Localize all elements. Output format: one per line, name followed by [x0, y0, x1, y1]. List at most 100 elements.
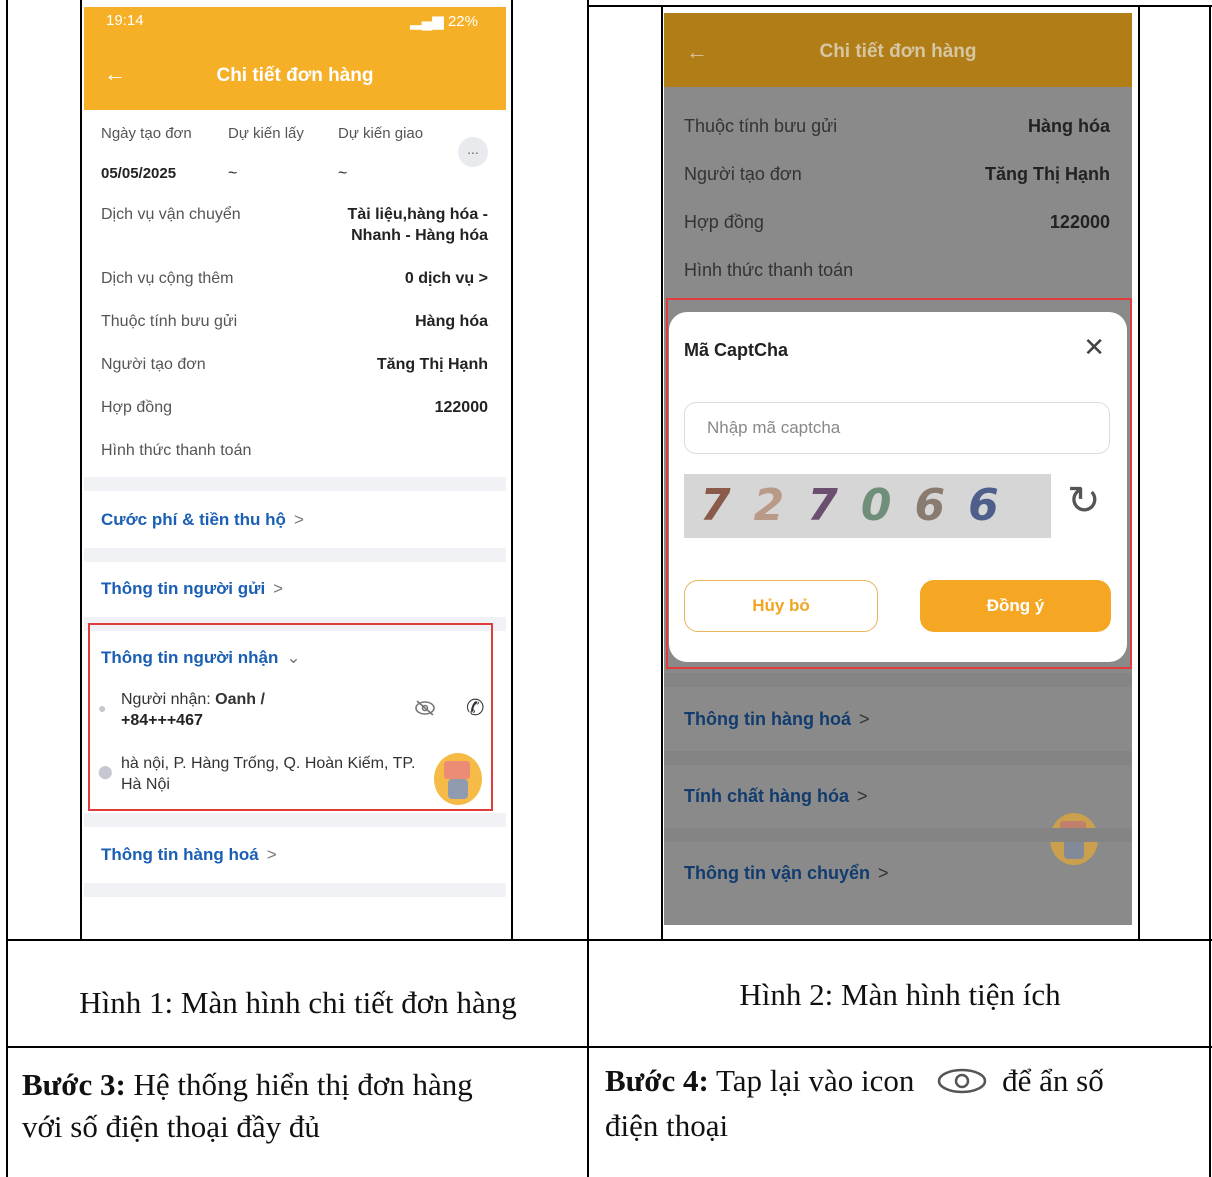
- step-4-text: Bước 4: Tap lại vào icon để ẩn số điện t…: [605, 1060, 1205, 1147]
- person-icon: ●: [98, 700, 107, 716]
- section-shipping-info[interactable]: Thông tin vận chuyển >: [684, 863, 889, 884]
- recipient-name: Oanh /: [215, 691, 265, 708]
- separator: [84, 477, 506, 491]
- captcha-image: 727066: [684, 474, 1051, 538]
- section-sender[interactable]: Thông tin người gửi >: [101, 579, 283, 599]
- section-goods[interactable]: Thông tin hàng hoá >: [101, 845, 277, 865]
- section-goods-nature[interactable]: Tính chất hàng hóa >: [684, 786, 868, 807]
- app-bar: ← Chi tiết đơn hàng: [664, 13, 1132, 87]
- table-top-border: [589, 5, 1212, 7]
- delivery-date-value: ~: [338, 165, 348, 182]
- eye-icon: [936, 1063, 988, 1105]
- captcha-dialog: Mã CaptCha ✕ 727066 ↻ Hủy bỏ Đồng ý: [669, 312, 1127, 662]
- separator: [664, 828, 1132, 842]
- extra-service-value: 0 dịch vụ: [404, 270, 475, 287]
- contract-label: Hợp đồng: [101, 399, 172, 416]
- section-goods-label: Thông tin hàng hoá: [684, 709, 851, 729]
- shipping-service-value-2: Nhanh - Hàng hóa: [351, 227, 488, 244]
- chevron-right-icon: >: [878, 863, 889, 883]
- pickup-date-header: Dự kiến lấy: [228, 125, 304, 142]
- status-icons: ▂▄▆ 22%: [410, 12, 478, 30]
- contract-label: Hợp đồng: [684, 212, 764, 232]
- section-goods[interactable]: Thông tin hàng hoá >: [684, 709, 869, 730]
- captcha-digit: 7: [807, 480, 861, 531]
- recipient-name-line: Người nhận: Oanh /: [121, 691, 265, 709]
- separator: [664, 673, 1132, 687]
- creator-label: Người tạo đơn: [684, 164, 802, 184]
- figure-2-caption: Hình 2: Màn hình tiện ích: [739, 977, 1061, 1012]
- signal-icon: ▂▄▆: [410, 13, 448, 30]
- contract-value: 122000: [434, 399, 488, 416]
- creator-value: Tăng Thị Hạnh: [985, 164, 1110, 184]
- close-icon[interactable]: ✕: [1083, 332, 1105, 363]
- delivery-date-header: Dự kiến giao: [338, 125, 424, 142]
- step-3-label: Bước 3:: [22, 1067, 126, 1102]
- phone-call-icon[interactable]: ✆: [466, 695, 484, 721]
- chevron-right-icon: >: [266, 845, 277, 864]
- app-bar-title: Chi tiết đơn hàng: [216, 65, 374, 86]
- created-date-header: Ngày tạo đơn: [101, 125, 192, 142]
- shipping-service-value-1: Tài liệu,hàng hóa -: [347, 206, 488, 223]
- separator: [84, 883, 506, 897]
- shipping-service-label: Dịch vụ vận chuyển: [101, 206, 241, 223]
- creator-label: Người tạo đơn: [101, 356, 206, 373]
- separator: [84, 813, 506, 827]
- captcha-digit: 7: [700, 480, 754, 531]
- cell1-inner-left: [80, 0, 82, 940]
- section-goods-nature-label: Tính chất hàng hóa: [684, 786, 849, 806]
- chevron-right-icon: >: [857, 786, 868, 806]
- chevron-down-icon: ⌄: [286, 648, 301, 667]
- address-line-2: Hà Nội: [121, 776, 170, 793]
- captcha-screen: ← Chi tiết đơn hàng Thuộc tính bưu gửi H…: [664, 13, 1132, 925]
- step-3-line-1: Hệ thống hiển thị đơn hàng: [125, 1067, 473, 1102]
- dialog-title: Mã CaptCha: [684, 340, 789, 360]
- parcel-attr-value: Hàng hóa: [415, 313, 488, 330]
- separator: [84, 548, 506, 562]
- order-detail-screen: 19:14 ▂▄▆ 22% ← Chi tiết đơn hàng Ngày t…: [84, 7, 506, 920]
- section-sender-label: Thông tin người gửi: [101, 579, 266, 598]
- created-date-value: 05/05/2025: [101, 165, 177, 182]
- extra-service-label: Dịch vụ cộng thêm: [101, 270, 234, 287]
- separator: [664, 751, 1132, 765]
- section-goods-label: Thông tin hàng hoá: [101, 845, 259, 864]
- chevron-right-icon: >: [293, 510, 304, 529]
- step-3-line-2: với số điện thoại đầy đủ: [22, 1109, 320, 1144]
- figure-1-caption: Hình 1: Màn hình chi tiết đơn hàng: [79, 985, 517, 1020]
- step-4-line-1a: Tap lại vào icon: [708, 1063, 915, 1098]
- refresh-icon[interactable]: ↻: [1067, 478, 1113, 528]
- cell2-inner-left: [661, 5, 663, 940]
- assistant-mascot-icon[interactable]: [434, 753, 482, 805]
- chevron-right-icon: >: [478, 270, 488, 287]
- contract-value: 122000: [1049, 212, 1110, 232]
- status-bar: 19:14 ▂▄▆ 22%: [84, 7, 506, 35]
- cell2-inner-right: [1138, 5, 1140, 940]
- step-4-line-2: điện thoại: [605, 1107, 729, 1143]
- section-shipping-info-label: Thông tin vận chuyển: [684, 863, 871, 883]
- extra-service-link[interactable]: 0 dịch vụ >: [405, 270, 488, 288]
- captcha-digit: 2: [753, 480, 808, 531]
- recipient-label: Người nhận:: [121, 691, 216, 708]
- section-fees[interactable]: Cước phí & tiền thu hộ >: [101, 510, 304, 530]
- chevron-right-icon: >: [858, 709, 870, 729]
- eye-slash-icon[interactable]: [414, 700, 436, 721]
- captcha-input[interactable]: [684, 402, 1110, 454]
- row1-bottom: [6, 939, 1212, 941]
- status-time: 19:14: [106, 12, 144, 29]
- pickup-date-value: ~: [228, 165, 238, 182]
- payment-method-label: Hình thức thanh toán: [684, 260, 854, 280]
- app-bar-title: Chi tiết đơn hàng: [819, 41, 977, 62]
- more-options-button[interactable]: ...: [458, 137, 488, 167]
- cell1-inner-right: [511, 0, 513, 940]
- confirm-button[interactable]: Đồng ý: [920, 580, 1111, 632]
- step-4-line-1b: để ẩn số: [1002, 1063, 1104, 1098]
- battery-label: 22%: [447, 13, 478, 30]
- captcha-digit: 6: [914, 480, 969, 531]
- step-3-text: Bước 3: Hệ thống hiển thị đơn hàng với s…: [22, 1064, 582, 1148]
- section-recipient[interactable]: Thông tin người nhận ⌄: [101, 648, 301, 668]
- cancel-button[interactable]: Hủy bỏ: [684, 580, 878, 632]
- parcel-attr-value: Hàng hóa: [1027, 116, 1110, 136]
- captcha-digit: 6: [968, 480, 1022, 531]
- section-recipient-label: Thông tin người nhận: [101, 648, 279, 667]
- app-bar: ← Chi tiết đơn hàng: [84, 35, 506, 110]
- parcel-attr-label: Thuộc tính bưu gửi: [101, 313, 238, 330]
